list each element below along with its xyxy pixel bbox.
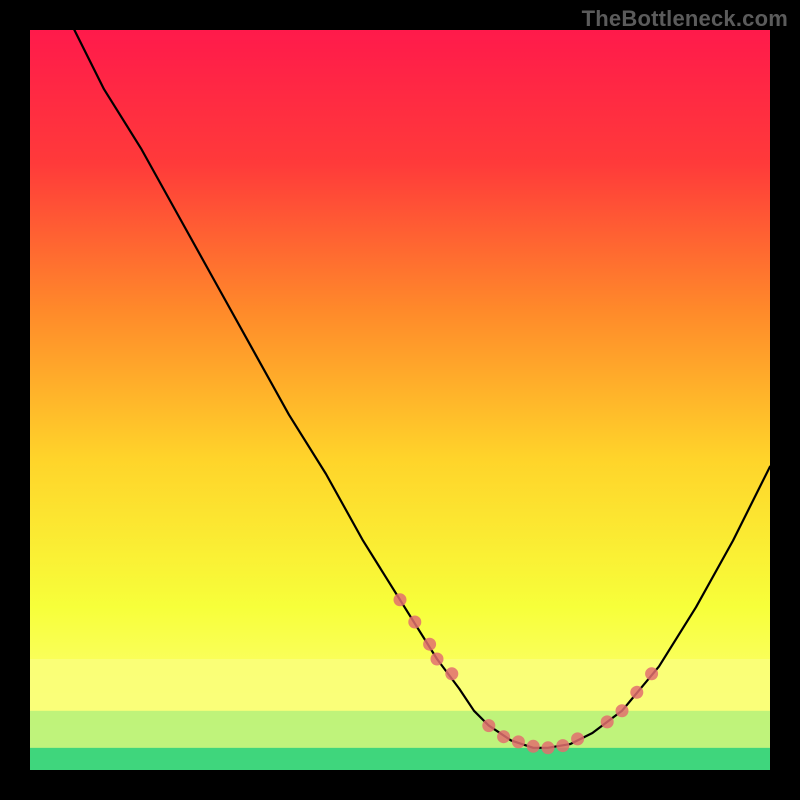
data-marker xyxy=(408,616,421,629)
data-marker xyxy=(556,739,569,752)
band-2 xyxy=(30,748,770,770)
data-marker xyxy=(512,735,525,748)
data-marker xyxy=(542,741,555,754)
data-marker xyxy=(571,732,584,745)
data-marker xyxy=(616,704,629,717)
chart-svg xyxy=(30,30,770,770)
data-marker xyxy=(601,715,614,728)
data-marker xyxy=(527,740,540,753)
data-marker xyxy=(431,653,444,666)
plot-area xyxy=(30,30,770,770)
chart-frame: TheBottleneck.com xyxy=(0,0,800,800)
data-marker xyxy=(482,719,495,732)
data-marker xyxy=(445,667,458,680)
data-marker xyxy=(645,667,658,680)
data-marker xyxy=(630,686,643,699)
data-marker xyxy=(497,730,510,743)
band-1 xyxy=(30,711,770,748)
watermark-text: TheBottleneck.com xyxy=(582,6,788,32)
data-marker xyxy=(423,638,436,651)
data-marker xyxy=(394,593,407,606)
